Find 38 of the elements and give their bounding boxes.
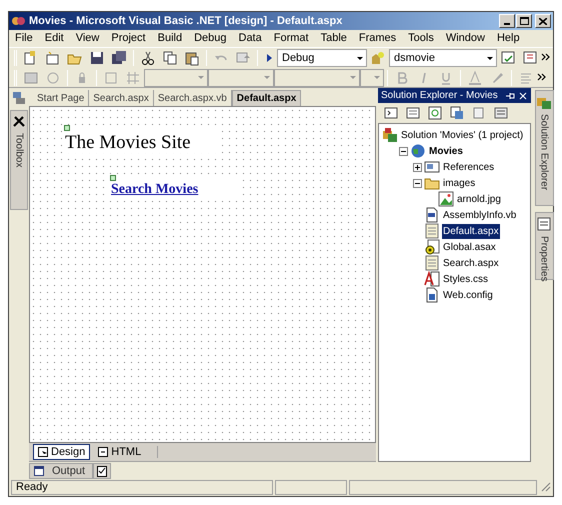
tree-item[interactable]: images <box>442 176 476 190</box>
document-tab[interactable]: Default.aspx <box>232 90 302 106</box>
side-tab[interactable]: Solution Explorer <box>534 90 554 206</box>
menu-item[interactable]: Project <box>111 30 146 47</box>
configuration-dropdown[interactable]: Debug <box>277 49 367 67</box>
menu-item[interactable]: Table <box>320 30 347 47</box>
tree-item[interactable]: Search.aspx <box>442 256 500 270</box>
side-tab[interactable]: Properties <box>534 212 554 280</box>
tree-item[interactable]: arnold.jpg <box>456 192 502 206</box>
tree-item[interactable]: Styles.css <box>442 272 490 286</box>
search-movies-link[interactable]: Search Movies <box>111 182 198 198</box>
menu-item[interactable]: Frames <box>358 30 396 47</box>
tree-item[interactable]: Movies <box>428 144 464 158</box>
menu-item[interactable]: Window <box>446 30 485 47</box>
menu-item[interactable]: Build <box>158 30 182 47</box>
status-text: Ready <box>16 480 48 496</box>
view-tab[interactable]: Design <box>33 444 90 460</box>
menu-item[interactable]: Format <box>274 30 309 47</box>
menu-item[interactable]: File <box>15 30 33 47</box>
tree-item[interactable]: Global.asax <box>442 240 497 254</box>
toolbox-tab[interactable]: Toolbox <box>10 110 28 210</box>
menu-item[interactable]: Tools <box>408 30 434 47</box>
project-dropdown[interactable]: dsmovie <box>389 49 497 67</box>
menu-item[interactable]: Edit <box>44 30 64 47</box>
menu-item[interactable]: Help <box>496 30 520 47</box>
output-tab[interactable]: Output <box>29 463 93 479</box>
window-title: Movies - Microsoft Visual Basic .NET [design] - Default.aspx <box>29 14 342 29</box>
tree-item[interactable]: Default.aspx <box>442 224 500 238</box>
tree-item[interactable]: Solution 'Movies' (1 project) <box>400 128 524 142</box>
menu-item[interactable]: Data <box>238 30 262 47</box>
page-heading: The Movies Site <box>65 133 191 153</box>
view-tab[interactable]: HTML <box>94 444 146 460</box>
tree-item[interactable]: References <box>442 160 496 174</box>
tree-item[interactable]: Web.config <box>442 288 494 302</box>
menu-item[interactable]: Debug <box>194 30 226 47</box>
panel-title: Solution Explorer - Movies <box>381 89 498 103</box>
tree-item[interactable]: AssemblyInfo.vb <box>442 208 518 222</box>
menu-item[interactable]: View <box>76 30 100 47</box>
